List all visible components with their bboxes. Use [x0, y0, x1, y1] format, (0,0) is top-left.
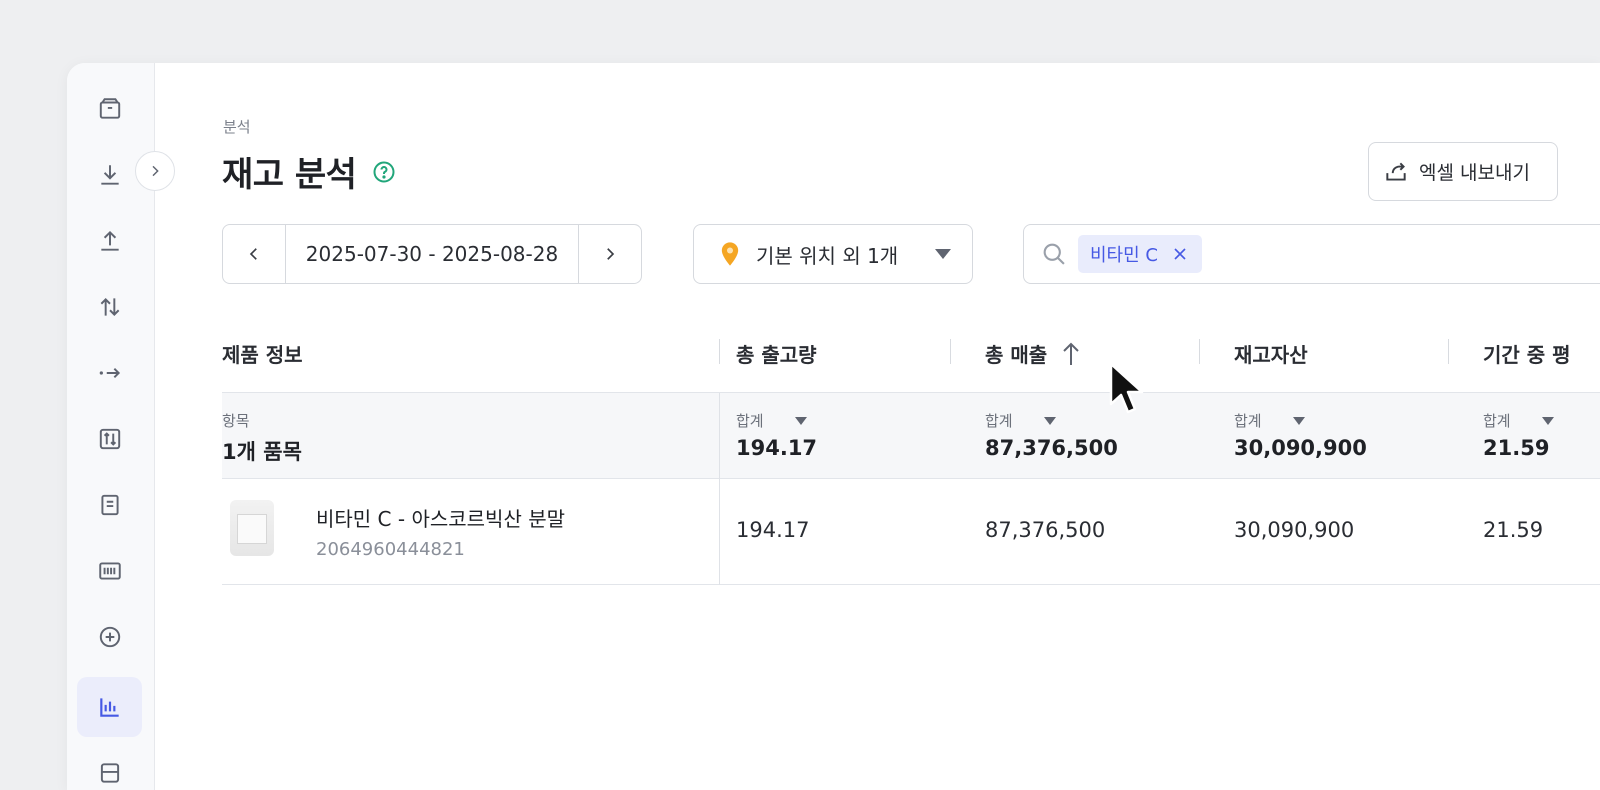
- page-title: 재고 분석: [222, 155, 357, 195]
- column-header-total-sales-label: 총 매출: [985, 343, 1048, 367]
- summary-agg-select[interactable]: 합계: [1483, 410, 1555, 431]
- caret-down-icon: [794, 416, 807, 425]
- excel-export-button[interactable]: 엑셀 내보내기: [1368, 142, 1558, 201]
- sidebar-item-transfer[interactable]: [77, 277, 142, 337]
- export-icon: [1386, 162, 1406, 181]
- summary-item-value: 1개 품목: [222, 440, 302, 464]
- summary-row: 항목 1개 품목 합계 194.17 합계 87,376,500 합계 30,0…: [222, 393, 1600, 479]
- outbound-icon: [100, 230, 119, 251]
- caret-down-icon: [935, 249, 951, 259]
- adjust-icon: [99, 428, 120, 450]
- main-content: 분석 재고 분석 엑셀 내보내기 2025-07-30 - 2025-08-28…: [156, 63, 1600, 790]
- product-barcode: 2064960444821: [316, 539, 465, 560]
- sidebar-item-add[interactable]: [77, 607, 142, 667]
- excel-export-label: 엑셀 내보내기: [1419, 162, 1530, 184]
- cell-period-average: 21.59: [1483, 518, 1544, 542]
- analysis-table: 제품 정보 총 출고량 총 매출 재고자산 기간 중 평 항목 1개 품목 합계: [222, 322, 1600, 585]
- barcode-icon: [98, 562, 121, 580]
- column-divider: [950, 339, 951, 364]
- storage-icon: [100, 763, 119, 783]
- sidebar-item-inventory[interactable]: [77, 79, 142, 139]
- transfer-icon: [100, 298, 119, 316]
- date-range-value[interactable]: 2025-07-30 - 2025-08-28: [285, 225, 579, 283]
- add-icon: [99, 626, 120, 648]
- summary-item-label: 항목: [222, 412, 250, 430]
- date-range-picker: 2025-07-30 - 2025-08-28: [222, 224, 642, 284]
- analytics-icon: [99, 698, 119, 717]
- mouse-cursor-icon: [1109, 362, 1144, 414]
- sidebar-item-storage[interactable]: [77, 743, 142, 790]
- chevron-left-icon: [249, 248, 257, 260]
- caret-down-icon: [1541, 416, 1554, 425]
- column-divider: [719, 339, 720, 364]
- sidebar-item-outbound[interactable]: [77, 211, 142, 271]
- document-icon: [100, 494, 119, 516]
- column-header-period-average[interactable]: 기간 중 평: [1483, 339, 1571, 368]
- column-header-total-sales[interactable]: 총 매출: [985, 339, 1083, 368]
- column-divider: [1199, 339, 1200, 364]
- column-divider: [719, 393, 720, 479]
- help-icon[interactable]: [372, 160, 396, 184]
- sidebar-item-analytics[interactable]: [77, 677, 142, 737]
- summary-agg-select[interactable]: 합계: [1234, 410, 1306, 431]
- summary-total-outbound: 194.17: [736, 436, 818, 460]
- sidebar-item-document[interactable]: [77, 475, 142, 535]
- sidebar-item-adjust[interactable]: [77, 409, 142, 469]
- prev-period-button[interactable]: [223, 225, 285, 283]
- summary-period-average: 21.59: [1483, 436, 1550, 460]
- app-window: 분석 재고 분석 엑셀 내보내기 2025-07-30 - 2025-08-28…: [67, 63, 1600, 790]
- summary-agg-select[interactable]: 합계: [985, 410, 1057, 431]
- location-select[interactable]: 기본 위치 외 1개: [693, 224, 973, 284]
- box-icon: [99, 98, 120, 119]
- next-period-button[interactable]: [579, 225, 641, 283]
- column-divider: [1448, 339, 1449, 364]
- search-input[interactable]: 비타민 C: [1023, 224, 1600, 284]
- close-icon[interactable]: [1170, 244, 1190, 264]
- cell-inventory-assets: 30,090,900: [1234, 518, 1355, 542]
- table-row[interactable]: 비타민 C - 아스코르빅산 분말 2064960444821 194.17 8…: [222, 479, 1600, 585]
- move-icon: [99, 367, 120, 379]
- summary-agg-label: 합계: [736, 412, 764, 430]
- breadcrumb: 분석: [223, 118, 251, 136]
- chevron-right-icon: [607, 248, 615, 260]
- product-name[interactable]: 비타민 C - 아스코르빅산 분말: [316, 503, 565, 532]
- location-select-value: 기본 위치 외 1개: [756, 243, 899, 268]
- sort-ascending-icon[interactable]: [1059, 341, 1083, 367]
- caret-down-icon: [1043, 416, 1056, 425]
- summary-total-sales: 87,376,500: [985, 436, 1118, 460]
- title-row: 재고 분석: [222, 147, 396, 196]
- column-divider: [719, 479, 720, 585]
- search-filter-chip: 비타민 C: [1078, 235, 1202, 273]
- table-header: 제품 정보 총 출고량 총 매출 재고자산 기간 중 평: [222, 322, 1600, 393]
- column-header-total-outbound[interactable]: 총 출고량: [736, 339, 817, 368]
- summary-agg-label: 합계: [985, 412, 1013, 430]
- chevron-right-icon: [152, 165, 159, 177]
- search-icon: [1043, 243, 1065, 265]
- sidebar-collapse-button[interactable]: [135, 151, 175, 191]
- summary-agg-label: 합계: [1483, 412, 1511, 430]
- inbound-icon: [100, 165, 119, 185]
- sidebar-item-move[interactable]: [77, 343, 142, 403]
- caret-down-icon: [1292, 416, 1305, 425]
- summary-agg-label: 합계: [1234, 412, 1262, 430]
- sidebar-item-barcode[interactable]: [77, 541, 142, 601]
- column-header-inventory-assets[interactable]: 재고자산: [1234, 339, 1308, 368]
- location-pin-icon: [721, 242, 739, 266]
- cell-total-outbound: 194.17: [736, 518, 810, 542]
- summary-agg-select[interactable]: 합계: [736, 410, 808, 431]
- column-header-product[interactable]: 제품 정보: [222, 339, 303, 368]
- summary-inventory-assets: 30,090,900: [1234, 436, 1367, 460]
- cell-total-sales: 87,376,500: [985, 518, 1106, 542]
- search-filter-chip-label: 비타민 C: [1090, 245, 1158, 266]
- sidebar-item-inbound[interactable]: [77, 145, 142, 205]
- product-thumbnail: [230, 500, 274, 556]
